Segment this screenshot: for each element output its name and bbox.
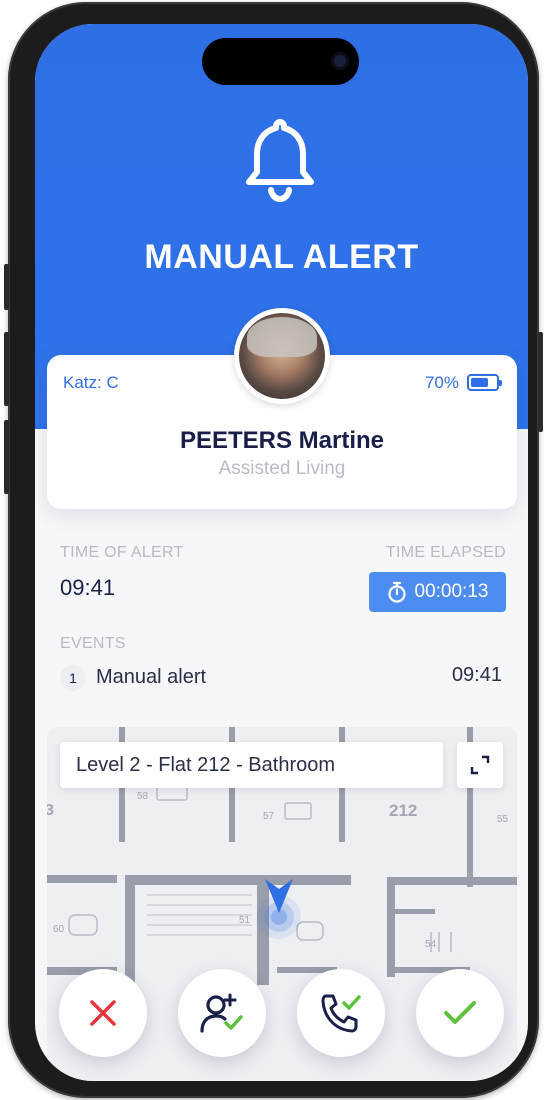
action-bar [35,969,528,1069]
time-elapsed-badge: 00:00:13 [369,572,506,612]
svg-text:51: 51 [239,915,251,926]
svg-text:57: 57 [263,811,275,822]
add-user-check-icon [200,993,243,1033]
accept-alert-button[interactable] [416,969,504,1057]
event-time: 09:41 [451,664,502,686]
phone-check-icon [321,994,361,1033]
svg-text:54: 54 [425,939,437,950]
assign-caregiver-button[interactable] [178,969,266,1057]
screen: MANUAL ALERT Katz: C 70% PEETERS Martine… [35,24,528,1081]
volume-down-button [4,420,9,494]
phone-frame: MANUAL ALERT Katz: C 70% PEETERS Martine… [4,2,543,1098]
battery-fill [471,378,488,387]
patient-residence: Assisted Living [218,458,346,479]
svg-text:60: 60 [53,924,65,935]
alert-title: MANUAL ALERT [144,238,419,276]
location-label: Level 2 - Flat 212 - Bathroom [60,742,443,788]
svg-text:3: 3 [47,802,54,819]
camera [331,52,349,70]
check-icon [444,1001,476,1024]
event-description: Manual alert [96,666,207,688]
bell-icon [246,119,314,203]
time-of-alert-label: TIME OF ALERT [60,544,184,561]
cancel-alert-button[interactable] [59,969,147,1057]
call-button[interactable] [297,969,385,1057]
power-button [538,332,543,432]
mute-switch [4,264,9,310]
events-label: EVENTS [60,635,126,652]
time-elapsed-label: TIME ELAPSED [385,544,506,561]
time-elapsed-value: 00:00:13 [414,581,489,602]
time-of-alert-value: 09:41 [60,575,116,600]
avatar[interactable] [234,308,330,404]
stopwatch-icon [387,581,406,603]
expand-icon [470,755,490,775]
room-number-label: 212 [389,801,417,820]
patient-name: PEETERS Martine [179,427,385,454]
close-icon [90,1000,116,1026]
expand-map-button[interactable] [457,742,503,788]
event-index-badge: 1 [60,665,86,691]
dynamic-island [202,38,359,85]
katz-score: Katz: C [63,373,119,392]
avatar-photo [239,313,325,399]
battery-icon [467,374,502,391]
svg-text:58: 58 [137,791,149,802]
svg-text:55: 55 [497,814,509,825]
battery-percentage: 70% [424,373,459,392]
volume-up-button [4,332,9,406]
